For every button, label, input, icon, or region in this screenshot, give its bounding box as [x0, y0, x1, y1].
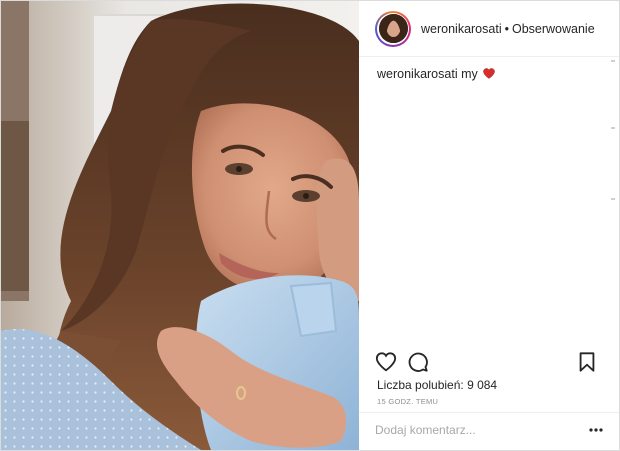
avatar-border	[377, 12, 409, 45]
header-username[interactable]: weronikarosati	[421, 22, 502, 36]
post-timestamp[interactable]: 15 GODZ. TEMU	[377, 397, 438, 406]
heart-outline-icon[interactable]	[375, 351, 397, 373]
more-options-icon[interactable]	[589, 427, 603, 433]
instagram-post: weronikarosati • Obserwowanie weronikarosa…	[0, 0, 620, 451]
scroll-mark	[611, 60, 615, 62]
header-text: weronikarosati • Obserwowanie	[421, 22, 595, 36]
scroll-mark	[611, 198, 615, 200]
likes-count[interactable]: Liczba polubień: 9 084	[377, 378, 497, 392]
caption-username[interactable]: weronikarosati	[377, 67, 458, 81]
avatar-photo	[378, 14, 408, 43]
scroll-mark	[611, 127, 615, 129]
avatar-image	[378, 14, 408, 43]
comment-input[interactable]	[375, 423, 575, 437]
post-caption: weronikarosati my	[377, 67, 495, 81]
post-side-panel: weronikarosati • Obserwowanie weronikarosa…	[359, 1, 619, 450]
bookmark-icon[interactable]	[576, 351, 598, 373]
post-photo-image	[1, 1, 359, 450]
red-heart-icon	[483, 68, 495, 79]
header-separator: •	[504, 21, 509, 36]
follow-button[interactable]: Obserwowanie	[512, 22, 595, 36]
caption-text: my	[461, 67, 478, 81]
post-header: weronikarosati • Obserwowanie	[359, 1, 619, 57]
post-photo[interactable]	[1, 1, 359, 450]
speech-bubble-icon[interactable]	[407, 351, 429, 373]
post-actions	[359, 347, 619, 377]
avatar[interactable]	[375, 10, 411, 47]
comment-bar	[359, 412, 619, 450]
